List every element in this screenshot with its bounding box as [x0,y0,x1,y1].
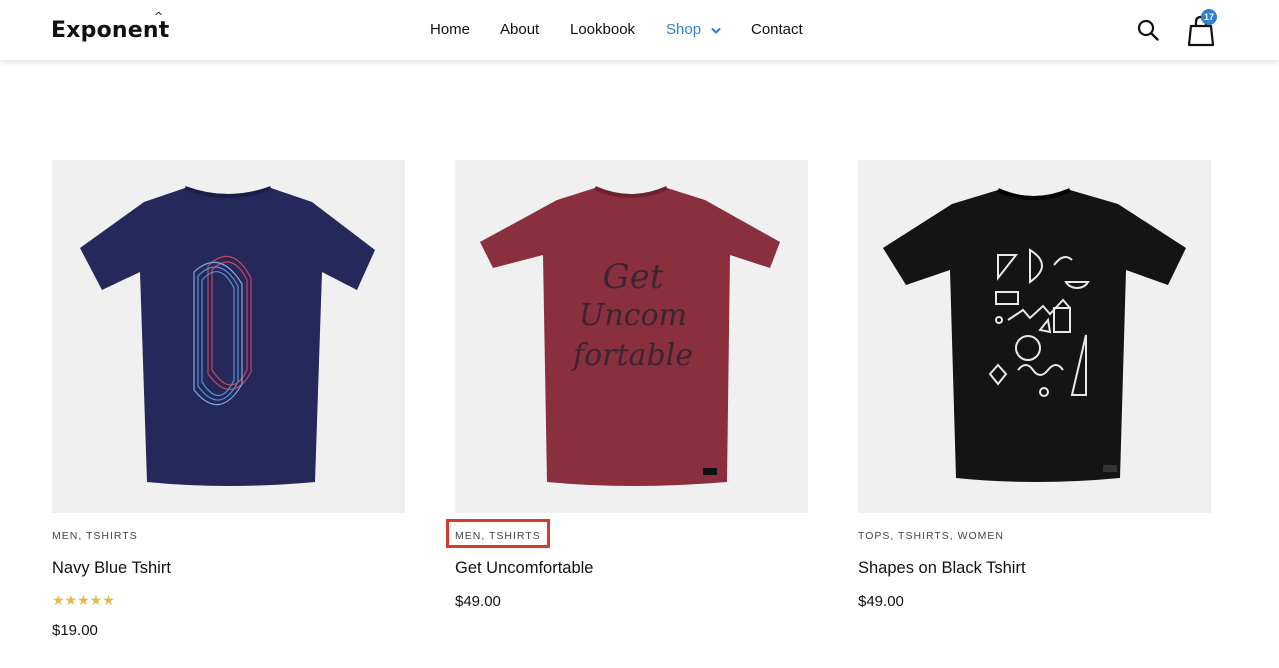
rating-stars: ★★★★★ [52,592,115,608]
highlight-box [446,519,550,548]
nav-shop[interactable]: Shop [666,21,701,38]
black-tshirt-image [883,188,1186,482]
product-title[interactable]: Shapes on Black Tshirt [858,559,1026,578]
product-price: $19.00 [52,622,98,639]
product-title[interactable]: Get Uncomfortable [455,559,593,578]
nav-about[interactable]: About [500,21,539,38]
print-text-line1: Get [603,257,664,297]
maroon-tshirt-image: Get Uncom fortable [480,186,780,486]
print-text-line3: fortable [571,338,693,373]
chevron-down-icon[interactable] [711,26,721,36]
product-price: $49.00 [455,593,501,610]
search-icon[interactable] [1137,19,1159,41]
product-price: $49.00 [858,593,904,610]
cart-count-badge[interactable]: 17 [1201,9,1217,25]
nav-home[interactable]: Home [430,21,470,38]
navy-tshirt-image [80,186,375,486]
print-text-line2: Uncom [579,298,687,333]
nav-lookbook[interactable]: Lookbook [570,21,635,38]
site-header: Exponent ^ Home About Lookbook Shop Cont… [0,0,1279,60]
product-image[interactable] [858,160,1211,513]
product-image[interactable] [52,160,405,513]
nav-contact[interactable]: Contact [751,21,803,38]
product-categories[interactable]: TOPS, TSHIRTS, WOMEN [858,530,1004,542]
main-nav: Home About Lookbook Shop Contact [0,21,1279,41]
product-title[interactable]: Navy Blue Tshirt [52,559,171,578]
product-card: MEN, TSHIRTS Navy Blue Tshirt ★★★★★ $19.… [52,160,405,639]
product-categories[interactable]: MEN, TSHIRTS [52,530,138,542]
product-card: TOPS, TSHIRTS, WOMEN Shapes on Black Tsh… [858,160,1211,610]
product-image[interactable]: Get Uncom fortable [455,160,808,513]
product-card: Get Uncom fortable MEN, TSHIRTS Get Unco… [446,160,808,610]
